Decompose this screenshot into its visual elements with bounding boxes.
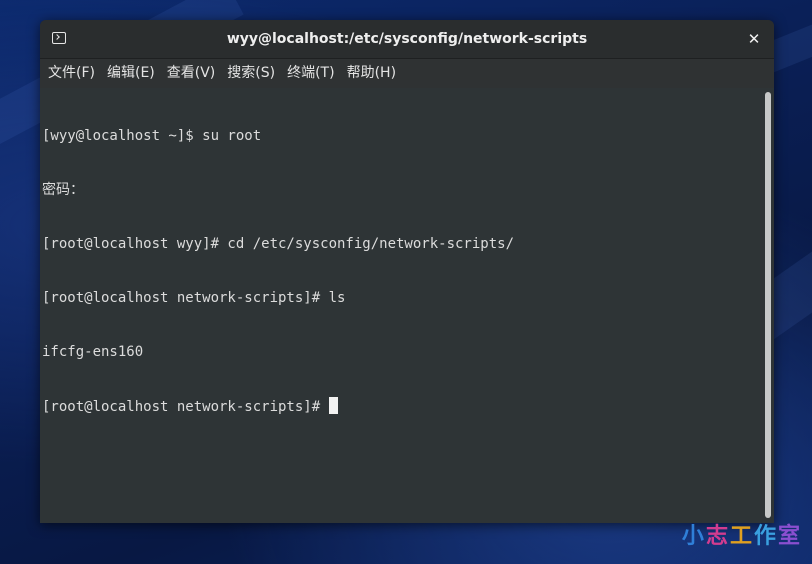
terminal-line: 密码： bbox=[42, 182, 84, 198]
watermark-char: 小 bbox=[681, 524, 706, 549]
watermark-char: 室 bbox=[777, 524, 802, 549]
terminal-prompt: [root@localhost network-scripts]# bbox=[42, 399, 329, 415]
close-button[interactable]: ✕ bbox=[744, 29, 764, 49]
terminal-prompt-line: [root@localhost network-scripts]# bbox=[42, 397, 758, 415]
watermark-char: 志 bbox=[705, 524, 730, 549]
terminal-line: [root@localhost wyy]# cd /etc/sysconfig/… bbox=[42, 236, 515, 252]
menu-search[interactable]: 搜索(S) bbox=[221, 59, 281, 88]
terminal-line: ifcfg-ens160 bbox=[42, 344, 144, 360]
watermark-char: 工 bbox=[729, 524, 754, 549]
menu-terminal[interactable]: 终端(T) bbox=[281, 59, 340, 88]
terminal-window: wyy@localhost:/etc/sysconfig/network-scr… bbox=[40, 20, 774, 523]
window-titlebar[interactable]: wyy@localhost:/etc/sysconfig/network-scr… bbox=[40, 20, 774, 59]
terminal-line: [wyy@localhost ~]$ su root bbox=[42, 128, 262, 144]
scrollbar-thumb[interactable] bbox=[765, 92, 771, 518]
menu-bar: 文件(F) 编辑(E) 查看(V) 搜索(S) 终端(T) 帮助(H) bbox=[40, 59, 774, 88]
terminal-text: [wyy@localhost ~]$ su root 密码： [root@loc… bbox=[42, 91, 758, 451]
menu-view[interactable]: 查看(V) bbox=[161, 59, 222, 88]
terminal-line: [root@localhost network-scripts]# ls bbox=[42, 290, 346, 306]
terminal-output-area[interactable]: [wyy@localhost ~]$ su root 密码： [root@loc… bbox=[40, 88, 774, 523]
menu-help[interactable]: 帮助(H) bbox=[341, 59, 402, 88]
text-cursor bbox=[328, 397, 338, 414]
watermark-char: 作 bbox=[753, 524, 778, 549]
watermark-logo: 小志工作室 bbox=[682, 518, 802, 550]
menu-edit[interactable]: 编辑(E) bbox=[101, 59, 161, 88]
menu-file[interactable]: 文件(F) bbox=[42, 59, 101, 88]
window-title: wyy@localhost:/etc/sysconfig/network-scr… bbox=[226, 31, 588, 47]
scrollbar-track[interactable] bbox=[764, 90, 772, 520]
terminal-icon bbox=[52, 32, 66, 44]
